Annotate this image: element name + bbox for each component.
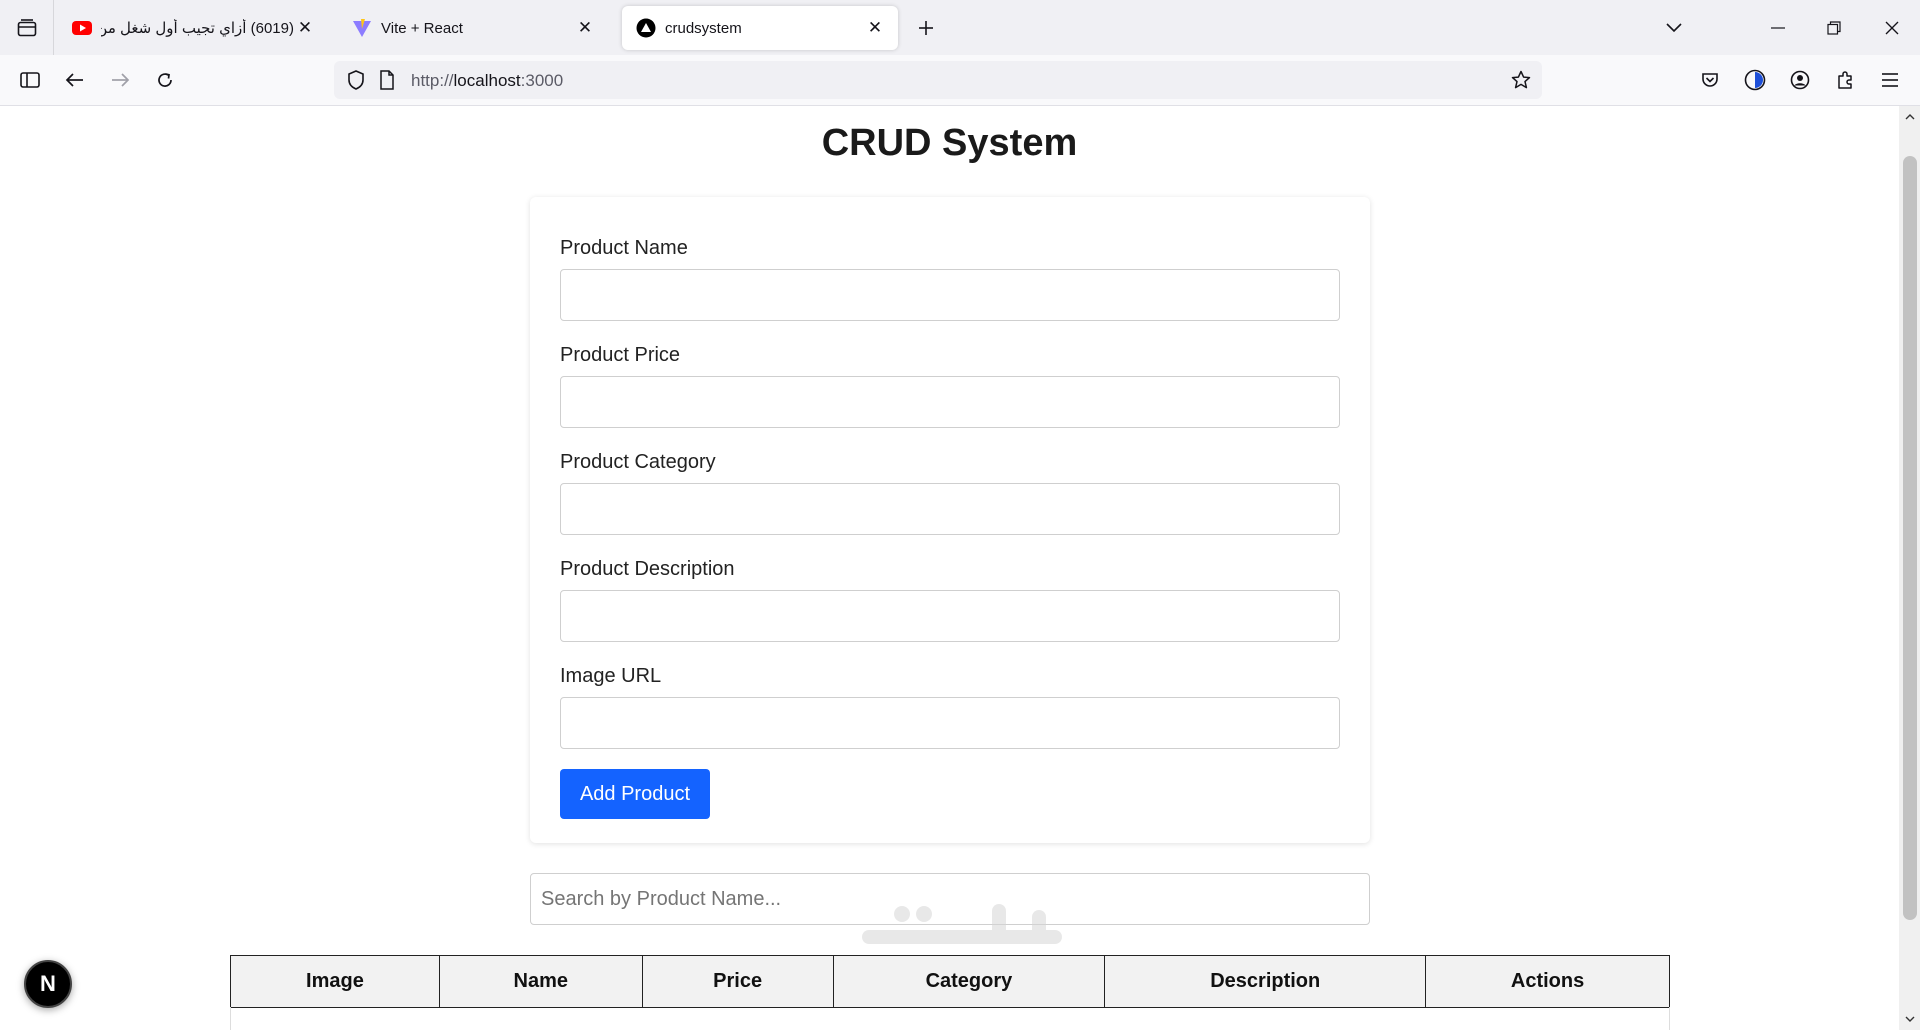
address-bar[interactable]: http://localhost:3000: [334, 61, 1542, 99]
product-form: Product Name Product Price Product Categ…: [530, 197, 1370, 843]
scroll-up-arrow[interactable]: [1899, 108, 1920, 126]
product-name-input[interactable]: [560, 269, 1340, 321]
product-description-input[interactable]: [560, 590, 1340, 642]
tab-youtube[interactable]: (6019) أزاي تجيب أول شغل من الـ ✕: [58, 6, 328, 50]
restore-icon: [1827, 20, 1841, 35]
minimize-icon: [1771, 26, 1785, 29]
close-icon: [1885, 21, 1899, 34]
product-name-label: Product Name: [560, 237, 688, 259]
nextjs-dev-tools-button[interactable]: N: [24, 960, 72, 1008]
back-button[interactable]: [58, 63, 92, 97]
tab-list-button[interactable]: [0, 0, 54, 55]
extensions-button[interactable]: [1828, 63, 1862, 97]
column-header-price: Price: [641, 955, 834, 1008]
forward-button[interactable]: [103, 63, 137, 97]
minimize-button[interactable]: [1750, 0, 1806, 55]
plus-icon: [919, 21, 933, 35]
scroll-thumb[interactable]: [1903, 156, 1917, 920]
close-tab-icon[interactable]: ✕: [294, 17, 316, 39]
app-menu-button[interactable]: [1873, 63, 1907, 97]
list-all-tabs-button[interactable]: [1646, 0, 1702, 55]
column-header-actions: Actions: [1425, 955, 1670, 1008]
nextjs-icon: [636, 18, 656, 38]
chevron-down-icon: [1905, 1016, 1914, 1022]
product-description-label: Product Description: [560, 558, 735, 580]
tab-vite-react[interactable]: Vite + React ✕: [338, 6, 608, 50]
tab-title: Vite + React: [381, 19, 463, 37]
tab-bar: (6019) أزاي تجيب أول شغل من الـ ✕ Vite +…: [0, 0, 1920, 55]
puzzle-icon: [1838, 71, 1852, 89]
pocket-button[interactable]: [1693, 63, 1727, 97]
close-tab-icon[interactable]: ✕: [864, 17, 886, 39]
pocket-icon: [1702, 73, 1718, 87]
navigation-bar: http://localhost:3000: [0, 55, 1920, 106]
arrow-left-icon: [65, 73, 83, 87]
arrow-right-icon: [112, 73, 130, 87]
page-title: CRUD System: [821, 122, 1078, 164]
url-scheme: http://: [411, 71, 454, 90]
product-price-label: Product Price: [560, 344, 681, 366]
table-header-row: Image Name Price Category Description Ac…: [230, 955, 1670, 1008]
sidebar-toggle-button[interactable]: [13, 63, 47, 97]
products-table: Image Name Price Category Description Ac…: [230, 955, 1670, 1008]
image-url-input[interactable]: [560, 697, 1340, 749]
vite-icon: [352, 18, 372, 38]
column-header-image: Image: [230, 955, 440, 1008]
browser-extension-button[interactable]: [1738, 63, 1772, 97]
account-icon: [1790, 70, 1810, 90]
url-text[interactable]: http://localhost:3000: [411, 71, 563, 91]
image-url-label: Image URL: [560, 665, 662, 687]
chevron-down-icon: [1666, 22, 1682, 32]
tab-list-icon: [17, 18, 36, 36]
hamburger-menu-icon: [1882, 73, 1898, 87]
tab-crudsystem[interactable]: crudsystem ✕: [622, 6, 898, 50]
add-product-button[interactable]: Add Product: [560, 769, 710, 819]
bookmark-star-icon[interactable]: [1511, 70, 1531, 95]
reload-icon: [158, 73, 172, 87]
page-scrollbar[interactable]: [1899, 106, 1920, 1030]
url-host: localhost: [453, 71, 521, 90]
chevron-up-icon: [1905, 114, 1914, 120]
tab-title: crudsystem: [665, 19, 742, 37]
restore-button[interactable]: [1806, 0, 1862, 55]
close-window-button[interactable]: [1864, 0, 1920, 55]
pie-chart-icon: [1744, 69, 1766, 91]
url-port: :3000: [520, 71, 564, 90]
page-viewport: CRUD System Product Name Product Price P…: [0, 106, 1899, 1030]
youtube-icon: [72, 18, 92, 38]
nextjs-badge-label: N: [40, 971, 56, 996]
product-category-input[interactable]: [560, 483, 1340, 535]
tracking-protection-icon[interactable]: [347, 70, 365, 95]
column-header-description: Description: [1104, 955, 1427, 1008]
product-price-input[interactable]: [560, 376, 1340, 428]
tab-title: (6019) أزاي تجيب أول شغل من الـ: [101, 20, 294, 37]
column-header-category: Category: [832, 955, 1106, 1008]
new-tab-button[interactable]: [911, 13, 941, 43]
product-category-label: Product Category: [560, 451, 716, 473]
reload-button[interactable]: [148, 63, 182, 97]
page-info-icon[interactable]: [379, 70, 395, 95]
account-button[interactable]: [1783, 63, 1817, 97]
close-tab-icon[interactable]: ✕: [574, 17, 596, 39]
sidebar-icon: [20, 72, 40, 88]
scroll-down-arrow[interactable]: [1899, 1010, 1920, 1028]
table-body: [230, 1007, 1670, 1030]
column-header-name: Name: [438, 955, 643, 1008]
